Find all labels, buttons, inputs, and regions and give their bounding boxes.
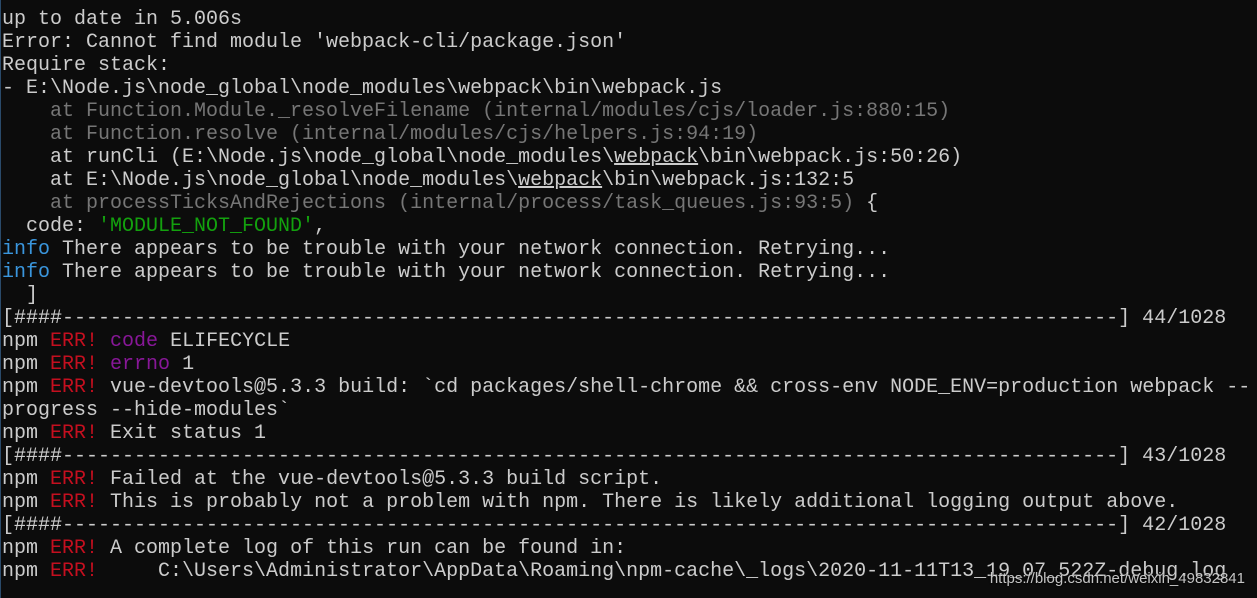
- terminal-text: 1: [170, 353, 195, 376]
- terminal-text: [####-----------------------------------…: [2, 307, 1227, 330]
- terminal-line: at Function.resolve (internal/modules/cj…: [2, 123, 1250, 146]
- terminal-text: ERR!: [50, 560, 99, 583]
- terminal-text: npm: [2, 376, 51, 399]
- terminal-text: npm: [2, 353, 51, 376]
- terminal-text: ERR!: [50, 376, 99, 399]
- terminal-text: A complete log of this run can be found …: [98, 537, 627, 560]
- terminal-text: ERR!: [50, 330, 99, 353]
- terminal-text: There appears to be trouble with your ne…: [50, 238, 891, 261]
- terminal-text: at Function.Module._resolveFilename (int…: [2, 100, 951, 123]
- terminal-line: code: 'MODULE_NOT_FOUND',: [2, 215, 1250, 238]
- terminal-text: {: [854, 192, 879, 215]
- terminal-text: Failed at the vue-devtools@5.3.3 build s…: [98, 468, 663, 491]
- terminal-line: npm ERR! A complete log of this run can …: [2, 537, 1250, 560]
- terminal-text: ERR!: [50, 353, 99, 376]
- terminal-text: errno: [110, 353, 171, 376]
- terminal-line: ]: [2, 284, 1250, 307]
- terminal-text: [####-----------------------------------…: [2, 445, 1227, 468]
- terminal-text: 'MODULE_NOT_FOUND': [98, 215, 315, 238]
- terminal-text: at runCli (E:\Node.js\node_global\node_m…: [2, 146, 615, 169]
- terminal-text: Require stack:: [2, 54, 171, 77]
- terminal-line: info There appears to be trouble with yo…: [2, 238, 1250, 261]
- terminal-text: progress --hide-modules`: [2, 399, 291, 422]
- watermark: https://blog.csdn.net/weixin_49832841: [989, 570, 1245, 587]
- terminal-line: Require stack:: [2, 54, 1250, 77]
- terminal-line: npm ERR! errno 1: [2, 353, 1250, 376]
- terminal-line: npm ERR! This is probably not a problem …: [2, 491, 1250, 514]
- terminal-text: info: [2, 261, 51, 284]
- terminal-text: code: [110, 330, 159, 353]
- terminal-line: npm ERR! Failed at the vue-devtools@5.3.…: [2, 468, 1250, 491]
- terminal-line: at E:\Node.js\node_global\node_modules\w…: [2, 169, 1250, 192]
- terminal-text: npm: [2, 560, 51, 583]
- terminal-text: ERR!: [50, 491, 99, 514]
- terminal-text: webpack: [518, 169, 603, 192]
- terminal-line: progress --hide-modules`: [2, 399, 1250, 422]
- terminal-text: ERR!: [50, 422, 99, 445]
- terminal-line: Error: Cannot find module 'webpack-cli/p…: [2, 31, 1250, 54]
- terminal-text: at Function.resolve (internal/modules/cj…: [2, 123, 759, 146]
- terminal-line: npm ERR! code ELIFECYCLE: [2, 330, 1250, 353]
- terminal-text: ERR!: [50, 537, 99, 560]
- terminal-line: npm ERR! vue-devtools@5.3.3 build: `cd p…: [2, 376, 1250, 399]
- terminal-text: npm: [2, 491, 51, 514]
- terminal-line: info There appears to be trouble with yo…: [2, 261, 1250, 284]
- window-edge: [0, 0, 1, 598]
- terminal-text: [####-----------------------------------…: [2, 514, 1227, 537]
- terminal-text: at processTicksAndRejections (internal/p…: [2, 192, 855, 215]
- terminal-line: up to date in 5.006s: [2, 8, 1250, 31]
- terminal-text: npm: [2, 537, 51, 560]
- terminal-line: - E:\Node.js\node_global\node_modules\we…: [2, 77, 1250, 100]
- terminal-text: There appears to be trouble with your ne…: [50, 261, 891, 284]
- terminal-text: ELIFECYCLE: [158, 330, 291, 353]
- terminal-text: vue-devtools@5.3.3 build: `cd packages/s…: [98, 376, 1251, 399]
- terminal-line: [####-----------------------------------…: [2, 445, 1250, 468]
- terminal-text: Exit status 1: [98, 422, 267, 445]
- terminal-text: This is probably not a problem with npm.…: [98, 491, 1179, 514]
- terminal-text: npm: [2, 330, 51, 353]
- terminal-output[interactable]: up to date in 5.006s Error: Cannot find m…: [2, 8, 1250, 583]
- terminal-text: \bin\webpack.js:50:26): [698, 146, 963, 169]
- terminal-line: at processTicksAndRejections (internal/p…: [2, 192, 1250, 215]
- terminal-text: npm: [2, 468, 51, 491]
- terminal-text: at E:\Node.js\node_global\node_modules\: [2, 169, 519, 192]
- terminal-text: info: [2, 238, 51, 261]
- terminal-line: at runCli (E:\Node.js\node_global\node_m…: [2, 146, 1250, 169]
- terminal-line: [####-----------------------------------…: [2, 514, 1250, 537]
- terminal-line: at Function.Module._resolveFilename (int…: [2, 100, 1250, 123]
- terminal-text: ERR!: [50, 468, 99, 491]
- terminal-text: - E:\Node.js\node_global\node_modules\we…: [2, 77, 723, 100]
- terminal-text: Error: Cannot find module 'webpack-cli/p…: [2, 31, 627, 54]
- terminal-line: npm ERR! Exit status 1: [2, 422, 1250, 445]
- terminal-text: webpack: [614, 146, 699, 169]
- terminal-text: code:: [2, 215, 99, 238]
- terminal-text: \bin\webpack.js:132:5: [602, 169, 855, 192]
- terminal-text: ]: [2, 284, 39, 307]
- terminal-text: npm: [2, 422, 51, 445]
- terminal-text: up to date in 5.006s: [2, 8, 243, 31]
- terminal-line: [####-----------------------------------…: [2, 307, 1250, 330]
- terminal-text: ,: [314, 215, 327, 238]
